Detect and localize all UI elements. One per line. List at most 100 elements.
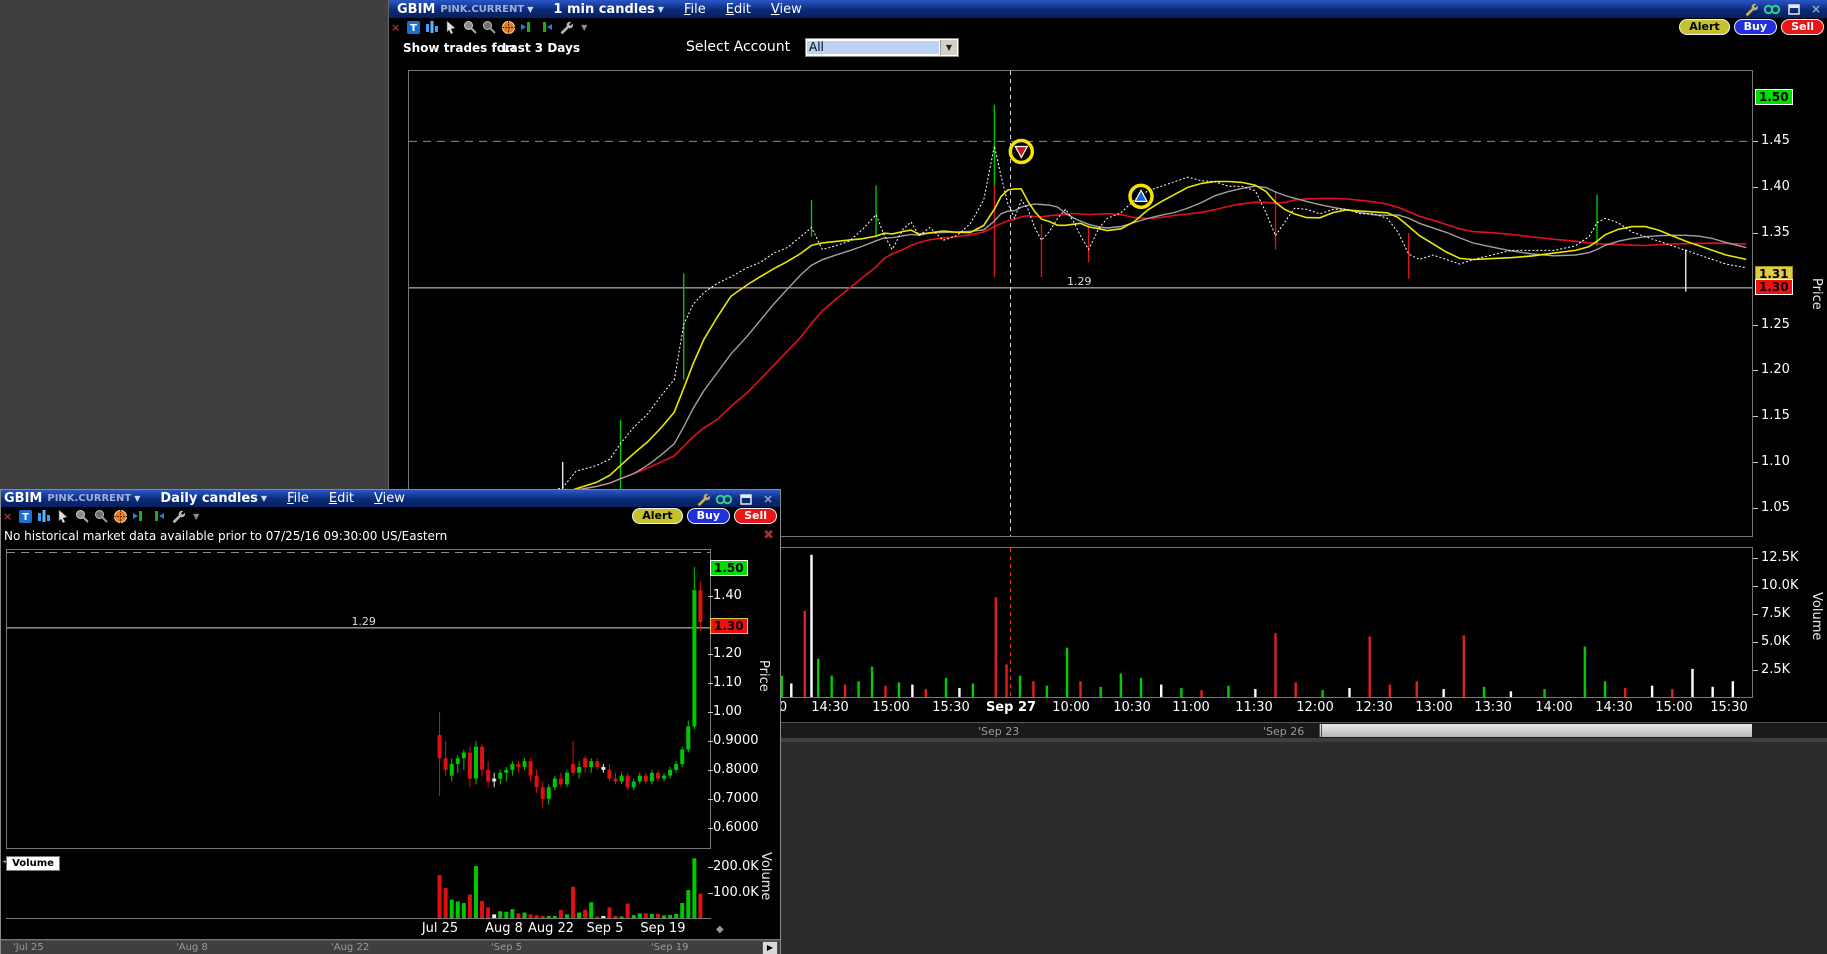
price-tick	[1753, 187, 1758, 188]
crosshair-target-icon[interactable]	[500, 20, 516, 35]
main-trade-buttons: Alert Buy Sell	[1679, 19, 1824, 35]
time-tick-label: 12:00	[1296, 700, 1334, 715]
zoom-out-icon[interactable]	[93, 509, 109, 524]
daily-time-scrollbar[interactable]: 'Jul 25 'Aug 8 'Aug 22 'Sep 5 'Sep 19 ▶	[1, 940, 780, 954]
close-icon[interactable]: ×	[1808, 2, 1824, 17]
volume-axis-title: Volume	[1809, 592, 1824, 641]
show-trades-value[interactable]: Last 3 Days	[502, 41, 580, 55]
alert-button[interactable]: Alert	[632, 508, 683, 524]
zoom-out-icon[interactable]	[481, 20, 497, 35]
volume-tick-label: 2.5K	[1761, 662, 1791, 677]
chart-bars-icon[interactable]	[36, 509, 52, 524]
menu-view[interactable]: View	[374, 491, 405, 506]
close-x-icon[interactable]: ×	[391, 21, 400, 34]
maximize-icon[interactable]	[738, 492, 754, 507]
zoom-in-icon[interactable]	[74, 509, 90, 524]
time-tick-label: 11:30	[1235, 700, 1273, 715]
buy-button[interactable]: Buy	[686, 508, 731, 524]
dismiss-message-icon[interactable]: ✖	[763, 528, 774, 543]
timeframe-dropdown[interactable]: Daily candles	[160, 491, 258, 506]
dropdown-arrow-icon[interactable]: ▼	[576, 20, 592, 35]
price-badge-1.50: 1.50	[1755, 89, 1793, 105]
alert-button[interactable]: Alert	[1679, 19, 1730, 35]
time-tick-label: 11:00	[1172, 700, 1210, 715]
maximize-icon[interactable]	[1786, 2, 1802, 17]
menu-file[interactable]: File	[684, 2, 706, 17]
main-price-chart[interactable]: 1.29	[408, 70, 1753, 537]
link-icon[interactable]	[715, 492, 733, 507]
cursor-icon[interactable]	[443, 20, 459, 35]
price-tick	[1753, 141, 1758, 142]
symbol-label: GBIM	[397, 1, 436, 17]
link-icon[interactable]	[1763, 2, 1781, 17]
no-data-message: No historical market data available prio…	[4, 529, 448, 543]
candle-left-icon[interactable]	[131, 509, 147, 524]
close-icon[interactable]: ×	[760, 492, 776, 507]
scrollbar-thumb[interactable]	[1319, 724, 1752, 737]
timeframe-dropdown-caret-icon[interactable]: ▼	[261, 494, 267, 503]
daily-price-chart[interactable]: 1.29	[6, 549, 711, 849]
daily-window-controls[interactable]: ×	[694, 491, 776, 507]
daily-titlebar[interactable]: GBIM PINK.CURRENT ▼ Daily candles ▼ File…	[1, 490, 780, 507]
select-account-dropdown[interactable]: All ▼	[805, 38, 959, 57]
time-tick-label: 14:30	[1595, 700, 1633, 715]
menu-view[interactable]: View	[771, 2, 802, 17]
crosshair-target-icon[interactable]	[112, 509, 128, 524]
price-badge-1.50: 1.50	[710, 560, 748, 576]
price-tick-label: 1.25	[1761, 317, 1790, 332]
chevron-down-icon[interactable]: ▼	[940, 40, 957, 55]
scroll-indicator-icon[interactable]: ◆	[716, 924, 724, 935]
time-tick-label: 14:00	[1535, 700, 1573, 715]
time-tick-label: 12:30	[1355, 700, 1393, 715]
menu-edit[interactable]: Edit	[329, 491, 354, 506]
menu-edit[interactable]: Edit	[726, 2, 751, 17]
cursor-icon[interactable]	[55, 509, 71, 524]
time-tick-label: Sep 27	[985, 700, 1037, 715]
volume-tick	[1753, 558, 1758, 559]
zoom-in-icon[interactable]	[462, 20, 478, 35]
daily-volume-chart[interactable]	[6, 857, 711, 919]
timeframe-dropdown-caret-icon[interactable]: ▼	[658, 5, 664, 14]
wrench-icon[interactable]	[169, 509, 185, 524]
candle-right-icon[interactable]	[538, 20, 554, 35]
sell-button[interactable]: Sell	[734, 508, 777, 524]
volume-pane-tag: Volume	[6, 856, 60, 871]
price-tick-label: 0.7000	[713, 791, 759, 806]
symbol-label: GBIM	[4, 491, 43, 506]
time-tick-label: 10:30	[1113, 700, 1151, 715]
wrench-icon[interactable]	[694, 492, 710, 507]
svg-text:1.29: 1.29	[1067, 275, 1092, 288]
time-tick-label: 15:00	[872, 700, 910, 715]
sell-button[interactable]: Sell	[1781, 19, 1824, 35]
timeframe-dropdown[interactable]: 1 min candles	[553, 2, 654, 17]
menu-file[interactable]: File	[287, 491, 309, 506]
time-tick-label: 10:00	[1052, 700, 1090, 715]
main-toolbar: × T ▼	[389, 18, 1827, 36]
chart-bars-icon[interactable]	[424, 20, 440, 35]
scroll-right-button[interactable]: ▶	[762, 941, 778, 954]
candle-right-icon[interactable]	[150, 509, 166, 524]
candle-left-icon[interactable]	[519, 20, 535, 35]
price-tick-label: 1.05	[1761, 500, 1790, 515]
desktop-background-left	[0, 0, 388, 489]
scroll-date-label: 'Sep 5	[491, 942, 523, 953]
buy-button[interactable]: Buy	[1733, 19, 1778, 35]
text-tool-icon[interactable]: T	[405, 20, 421, 35]
close-x-icon[interactable]: ×	[3, 510, 12, 523]
scroll-date-label: 'Sep 23	[978, 725, 1020, 738]
symbol-dropdown-caret-icon[interactable]: ▼	[527, 5, 533, 14]
date-tick-label: Jul 25	[421, 921, 459, 936]
main-window-controls[interactable]: ×	[1742, 1, 1824, 17]
dropdown-arrow-icon[interactable]: ▼	[188, 509, 204, 524]
volume-tick	[1753, 586, 1758, 587]
wrench-icon[interactable]	[1742, 2, 1758, 17]
feed-label: PINK.CURRENT	[47, 493, 132, 504]
select-account-value: All	[807, 41, 939, 54]
price-tick	[1753, 462, 1758, 463]
text-tool-icon[interactable]: T	[17, 509, 33, 524]
daily-chart-window: GBIM PINK.CURRENT ▼ Daily candles ▼ File…	[0, 489, 781, 954]
symbol-dropdown-caret-icon[interactable]: ▼	[134, 494, 140, 503]
main-titlebar[interactable]: GBIM PINK.CURRENT ▼ 1 min candles ▼ File…	[389, 0, 1827, 18]
wrench-icon[interactable]	[557, 20, 573, 35]
svg-text:T: T	[22, 512, 29, 523]
